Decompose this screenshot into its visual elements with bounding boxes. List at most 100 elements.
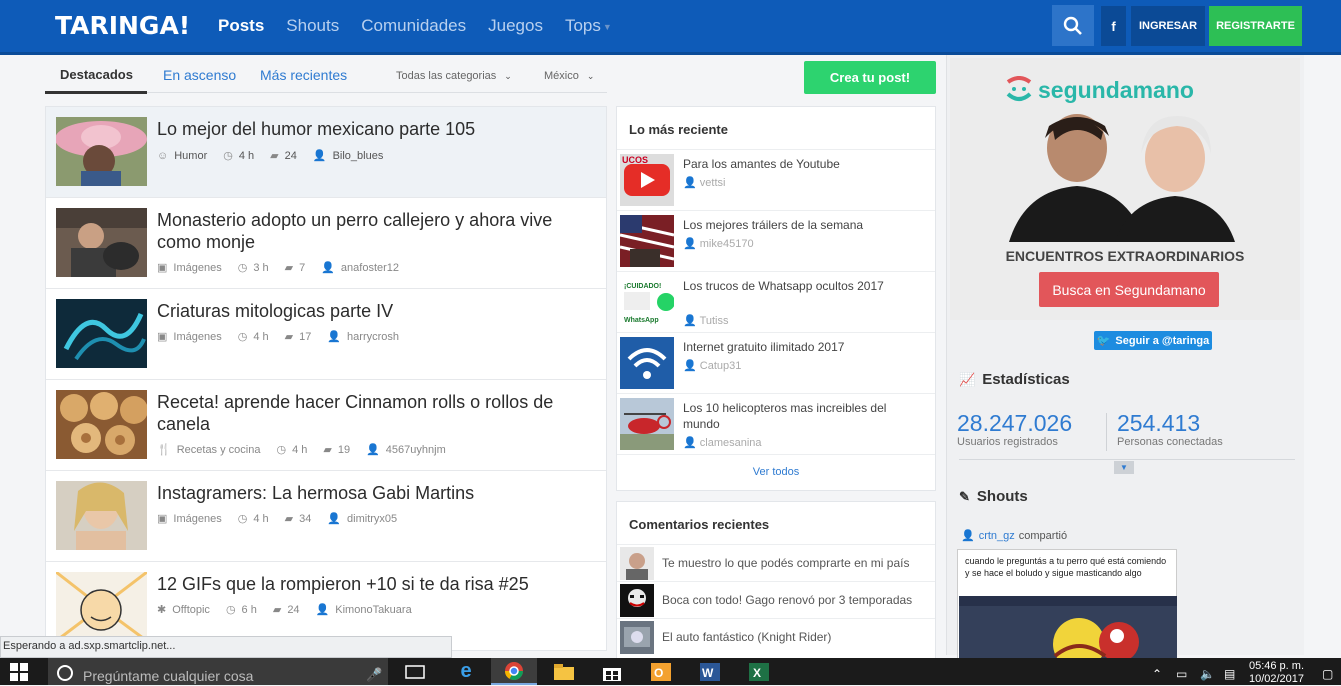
action-center-icon[interactable]: ▢ <box>1322 667 1333 681</box>
post-item[interactable]: Monasterio adopto un perro callejero y a… <box>46 198 606 289</box>
post-title[interactable]: Criaturas mitologicas parte IV <box>157 300 597 322</box>
chevron-up-icon[interactable]: ⌃ <box>1152 667 1162 681</box>
recent-title[interactable]: Los mejores tráilers de la semana <box>683 217 893 233</box>
post-thumbnail[interactable] <box>55 117 147 186</box>
post-user[interactable]: 👤 dimitryx05 <box>327 512 397 526</box>
post-thumbnail[interactable] <box>56 390 148 459</box>
recent-thumbnail[interactable] <box>620 398 674 450</box>
recent-item[interactable]: Los 10 helicopteros mas increibles del m… <box>617 393 935 454</box>
comment-item[interactable]: El auto fantástico (Knight Rider) <box>617 618 935 655</box>
recent-user[interactable]: 👤 clamesanina <box>683 436 762 449</box>
tab-en-ascenso[interactable]: En ascenso <box>163 67 236 83</box>
recent-user[interactable]: 👤 vettsi <box>683 176 725 189</box>
post-title[interactable]: Receta! aprende hacer Cinnamon rolls o r… <box>157 391 597 435</box>
segundamano-ad[interactable]: segundamano ENCUENTROS EXTRAORDINARIOS B… <box>950 58 1300 320</box>
nav-comunidades[interactable]: Comunidades <box>361 16 466 36</box>
recent-item[interactable]: Internet gratuito ilimitado 2017 👤 Catup… <box>617 332 935 393</box>
comment-text[interactable]: El auto fantástico (Knight Rider) <box>662 630 831 644</box>
recent-thumbnail[interactable] <box>620 337 674 389</box>
recent-item[interactable]: Los mejores tráilers de la semana 👤 mike… <box>617 210 935 271</box>
post-thumbnail[interactable] <box>55 570 148 643</box>
post-thumbnail[interactable] <box>56 299 147 368</box>
shout-image[interactable] <box>959 596 1177 662</box>
post-category[interactable]: ▣ Imágenes <box>157 512 222 526</box>
taskbar-chrome[interactable] <box>491 658 537 685</box>
category-filter[interactable]: Todas las categorias ⌄ <box>396 70 512 82</box>
taskbar-store[interactable] <box>589 658 635 685</box>
comment-text[interactable]: Te muestro lo que podés comprarte en mi … <box>662 556 909 570</box>
taskbar-word[interactable]: W <box>687 658 733 685</box>
recent-thumbnail[interactable]: ¡CUIDADO! WhatsApp <box>620 276 675 328</box>
shout-username[interactable]: crtn_gz <box>979 530 1015 542</box>
post-item[interactable]: Receta! aprende hacer Cinnamon rolls o r… <box>46 380 606 471</box>
nav-juegos[interactable]: Juegos <box>488 16 543 36</box>
microphone-icon[interactable]: 🎤 <box>366 667 382 683</box>
post-user[interactable]: 👤 anafoster12 <box>321 261 399 275</box>
twitter-follow-button[interactable]: 🐦 Seguir a @taringa <box>1094 331 1212 350</box>
taskbar-excel[interactable]: X <box>736 658 782 685</box>
post-user[interactable]: 👤 4567uyhnjm <box>366 443 446 457</box>
recent-title[interactable]: Los 10 helicopteros mas increibles del m… <box>683 400 893 432</box>
taskbar-clock[interactable]: 05:46 p. m. 10/02/2017 <box>1244 660 1309 686</box>
comment-item[interactable]: Boca con todo! Gago renovó por 3 tempora… <box>617 581 935 618</box>
comment-text[interactable]: Boca con todo! Gago renovó por 3 tempora… <box>662 593 912 607</box>
see-all-link[interactable]: Ver todos <box>617 466 935 478</box>
recent-user[interactable]: 👤 mike45170 <box>683 237 754 250</box>
taskbar-file-explorer[interactable] <box>541 658 587 685</box>
recent-thumbnail[interactable]: UCOS <box>620 154 674 206</box>
post-user[interactable]: 👤 Bilo_blues <box>313 149 383 163</box>
online-users-count: 254.413 <box>1117 410 1201 436</box>
taskbar-edge[interactable]: e <box>443 658 489 685</box>
post-thumbnail[interactable] <box>56 481 147 550</box>
tab-destacados[interactable]: Destacados <box>60 67 133 82</box>
login-button[interactable]: INGRESAR <box>1131 6 1205 46</box>
shout-card[interactable]: cuando le preguntás a tu perro qué está … <box>957 549 1177 662</box>
post-title[interactable]: Lo mejor del humor mexicano parte 105 <box>157 118 597 140</box>
post-category[interactable]: 🍴 Recetas y cocina <box>157 443 260 457</box>
taskbar-search[interactable]: Pregúntame cualquier cosa 🎤 <box>48 658 388 685</box>
taringa-logo[interactable]: TARINGA! <box>55 11 190 40</box>
create-post-button[interactable]: Crea tu post! <box>804 61 936 94</box>
post-title[interactable]: 12 GIFs que la rompieron +10 si te da ri… <box>157 573 597 595</box>
recent-title[interactable]: Los trucos de Whatsapp ocultos 2017 <box>683 278 893 294</box>
post-user[interactable]: 👤 KimonoTakuara <box>316 603 412 617</box>
recent-thumbnail[interactable] <box>619 215 675 267</box>
recent-item[interactable]: UCOS Para los amantes de Youtube 👤 vetts… <box>617 149 935 210</box>
stats-expand-toggle[interactable]: ▼ <box>1114 461 1134 474</box>
task-view-button[interactable] <box>392 658 438 685</box>
post-item[interactable]: Lo mejor del humor mexicano parte 105 ☺ H… <box>46 107 606 198</box>
recent-title[interactable]: Para los amantes de Youtube <box>683 156 893 172</box>
post-category[interactable]: ✱ Offtopic <box>157 603 210 617</box>
post-category[interactable]: ▣ Imágenes <box>157 330 222 344</box>
post-user[interactable]: 👤 harrycrosh <box>327 330 399 344</box>
post-title[interactable]: Monasterio adopto un perro callejero y a… <box>157 209 597 253</box>
post-title[interactable]: Instagramers: La hermosa Gabi Martins <box>157 482 597 504</box>
post-item[interactable]: Criaturas mitologicas parte IV ▣ Imágenes… <box>46 289 606 380</box>
nav-shouts[interactable]: Shouts <box>286 16 339 36</box>
recent-title[interactable]: Internet gratuito ilimitado 2017 <box>683 339 893 355</box>
nav-tops[interactable]: Tops ▼ <box>565 16 612 36</box>
registered-users-count: 28.247.026 <box>957 410 1073 436</box>
ad-cta-button[interactable]: Busca en Segundamano <box>1039 272 1219 307</box>
nav-posts[interactable]: Posts <box>218 16 264 36</box>
facebook-login-button[interactable]: f <box>1101 6 1126 46</box>
post-item[interactable]: Instagramers: La hermosa Gabi Martins ▣ I… <box>46 471 606 562</box>
volume-icon[interactable]: 🔈 <box>1200 667 1215 681</box>
ad-photo <box>1009 114 1235 242</box>
post-category[interactable]: ☺ Humor <box>157 150 207 162</box>
notification-icon[interactable]: ▤ <box>1224 667 1235 681</box>
post-thumbnail[interactable] <box>56 208 147 277</box>
comment-item[interactable]: Te muestro lo que podés comprarte en mi … <box>617 544 935 581</box>
windows-taskbar: Pregúntame cualquier cosa 🎤 e O W X ⌃ ▭ … <box>0 658 1341 685</box>
taskbar-outlook[interactable]: O <box>638 658 684 685</box>
recent-item[interactable]: ¡CUIDADO! WhatsApp Los trucos de Whatsapp… <box>617 271 935 332</box>
register-button[interactable]: REGISTRARTE <box>1209 6 1302 46</box>
recent-user[interactable]: 👤 Tutiss <box>683 314 729 327</box>
battery-icon[interactable]: ▭ <box>1176 667 1187 681</box>
search-button[interactable] <box>1052 5 1094 46</box>
recent-user[interactable]: 👤 Catup31 <box>683 359 741 372</box>
tab-mas-recientes[interactable]: Más recientes <box>260 67 347 83</box>
country-filter[interactable]: México ⌄ <box>544 70 594 82</box>
post-category[interactable]: ▣ Imágenes <box>157 261 222 275</box>
start-button[interactable] <box>10 663 28 686</box>
